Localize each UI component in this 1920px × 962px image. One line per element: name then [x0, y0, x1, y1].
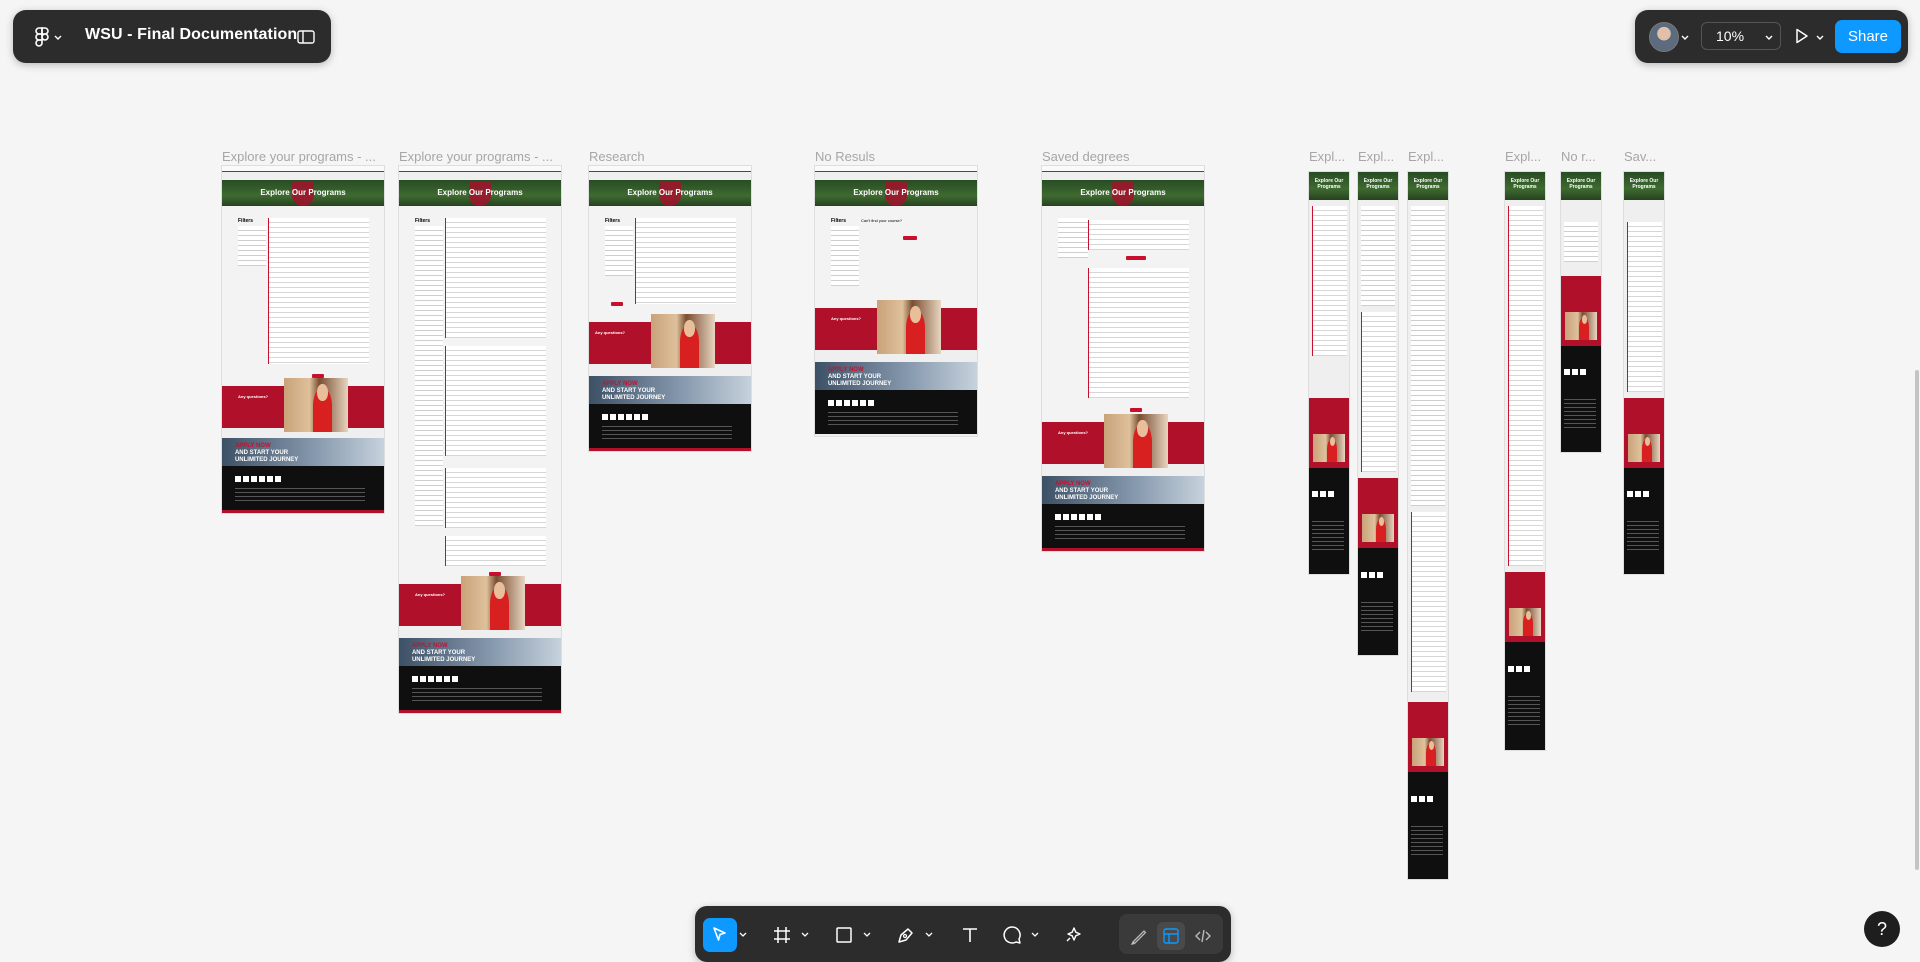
move-tool-chevron-icon[interactable]	[739, 930, 747, 938]
pen-tool-button[interactable]	[889, 918, 923, 952]
frame-mobile-saved[interactable]: Explore Our Programs	[1624, 172, 1664, 574]
frame-label[interactable]: Expl...	[1408, 149, 1446, 164]
shape-tool-button[interactable]	[827, 918, 861, 952]
frame-label[interactable]: Explore your programs - ...	[222, 149, 382, 164]
design-mode-icon	[1163, 928, 1179, 944]
frame-label[interactable]: No r...	[1561, 149, 1599, 164]
comment-tool-chevron-icon[interactable]	[1031, 930, 1039, 938]
shape-tool-chevron-icon[interactable]	[863, 930, 871, 938]
bottom-toolbar	[695, 906, 1231, 962]
help-button[interactable]: ?	[1864, 911, 1900, 947]
pen-tool-chevron-icon[interactable]	[925, 930, 933, 938]
frame-tool-button[interactable]	[765, 918, 799, 952]
code-icon	[1195, 929, 1211, 943]
frame-label[interactable]: Expl...	[1358, 149, 1396, 164]
file-menu-bar: WSU - Final Documentation	[13, 10, 331, 63]
share-button[interactable]: Share	[1835, 20, 1901, 53]
frame-label[interactable]: Expl...	[1505, 149, 1543, 164]
text-tool-button[interactable]	[953, 918, 987, 952]
present-chevron-icon[interactable]	[1815, 32, 1825, 42]
cursor-icon	[713, 927, 726, 941]
dev-mode-button[interactable]	[1189, 922, 1217, 950]
rectangle-icon	[836, 927, 852, 943]
main-menu-chevron-icon[interactable]	[53, 32, 63, 42]
frame-label[interactable]: Explore your programs - ...	[399, 149, 559, 164]
frame-mobile-4[interactable]: Explore Our Programs	[1505, 172, 1545, 750]
frame-tool-chevron-icon[interactable]	[801, 930, 809, 938]
frame-label[interactable]: No Resuls	[815, 149, 975, 164]
questions-heading: Any questions?	[238, 394, 269, 399]
file-title[interactable]: WSU - Final Documentation	[85, 26, 297, 44]
canvas-scrollbar[interactable]	[1915, 370, 1919, 870]
frame-label[interactable]: Research	[589, 149, 749, 164]
frame-mobile-2[interactable]: Explore Our Programs	[1358, 172, 1398, 655]
frame-research[interactable]: Explore Our Programs Filters Any questio…	[589, 166, 751, 451]
present-play-icon[interactable]	[1792, 26, 1812, 46]
sparkle-icon	[1066, 927, 1081, 942]
frame-mobile-3[interactable]: Explore Our Programs	[1408, 172, 1448, 879]
frame-no-results[interactable]: Explore Our Programs Filters Can't find …	[815, 166, 977, 436]
move-tool-button[interactable]	[703, 918, 737, 952]
zoom-value: 10%	[1716, 28, 1745, 44]
zoom-dropdown[interactable]: 10%	[1701, 22, 1781, 50]
user-avatar[interactable]	[1649, 22, 1679, 52]
frame-mobile-no-results[interactable]: Explore Our Programs	[1561, 172, 1601, 452]
top-right-controls: 10% Share	[1635, 10, 1908, 63]
design-mode-button[interactable]	[1157, 922, 1185, 950]
figma-logo-icon[interactable]	[31, 26, 53, 48]
frame-label[interactable]: Expl...	[1309, 149, 1347, 164]
text-icon	[963, 928, 977, 942]
comment-tool-button[interactable]	[995, 918, 1029, 952]
avatar-chevron-icon[interactable]	[1680, 32, 1690, 42]
frame-saved-degrees[interactable]: Explore Our Programs Any questions? APPL…	[1042, 166, 1204, 551]
toggle-sidebar-icon[interactable]	[295, 26, 317, 48]
frame-label[interactable]: Saved degrees	[1042, 149, 1202, 164]
mode-switcher	[1119, 914, 1223, 954]
frame-explore-programs-2[interactable]: Explore Our Programs Filters Any questio…	[399, 166, 561, 713]
frame-explore-programs-1[interactable]: Explore Our Programs Filters Any questio…	[222, 166, 384, 513]
actions-tool-button[interactable]	[1057, 918, 1091, 952]
frame-icon	[774, 927, 790, 943]
zoom-chevron-icon	[1764, 32, 1774, 42]
draw-mode-button[interactable]	[1125, 922, 1153, 950]
comment-icon	[1003, 926, 1021, 944]
frame-label[interactable]: Sav...	[1624, 149, 1662, 164]
hero-title: Explore Our Programs	[260, 188, 346, 197]
filters-heading: Filters	[238, 218, 254, 224]
draw-pencil-icon	[1130, 930, 1147, 945]
frame-mobile-1[interactable]: Explore Our Programs	[1309, 172, 1349, 574]
pen-icon	[898, 928, 913, 943]
